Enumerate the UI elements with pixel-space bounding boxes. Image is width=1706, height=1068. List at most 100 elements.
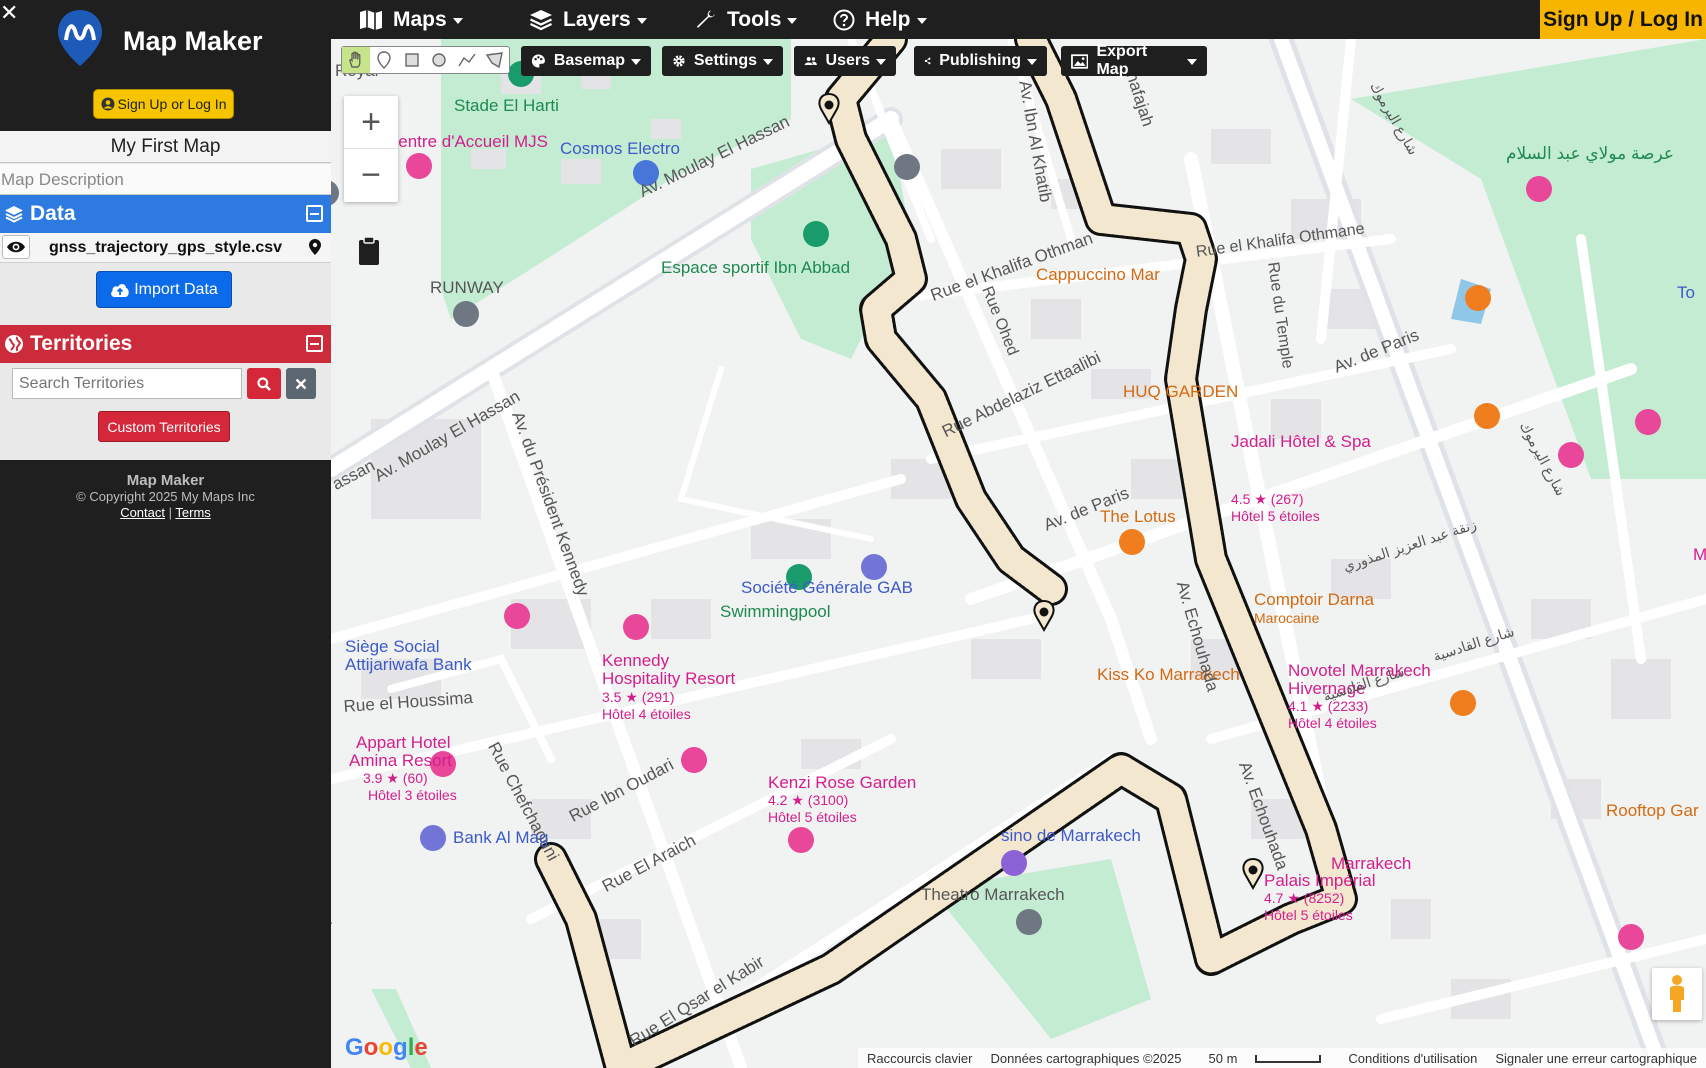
- import-data-button[interactable]: Import Data: [96, 271, 232, 308]
- collapse-icon[interactable]: [306, 335, 323, 352]
- poi-label[interactable]: RUNWAY: [430, 278, 504, 298]
- poi-label[interactable]: Attijariwafa Bank: [345, 655, 472, 675]
- poi-label[interactable]: Bank Al Mag: [453, 828, 548, 848]
- top-signup-button[interactable]: Sign Up / Log In: [1540, 0, 1706, 39]
- class-label: Hôtel 5 étoiles: [1264, 907, 1353, 923]
- search-territories-input[interactable]: [12, 368, 242, 399]
- sidebar-panel: My First Map Map Description Data gnss_t…: [0, 131, 331, 460]
- sidebar-signup-button[interactable]: Sign Up or Log In: [93, 89, 234, 119]
- rating-label: 4.5 ★ (267): [1231, 491, 1304, 507]
- poi-label[interactable]: Palais Impérial: [1264, 871, 1376, 891]
- import-data-label: Import Data: [134, 280, 218, 298]
- brand-name: Map Maker: [123, 26, 263, 56]
- poi-label[interactable]: HUQ GARDEN: [1123, 382, 1238, 402]
- contact-link[interactable]: Contact: [120, 505, 165, 520]
- poi-label[interactable]: Espace sportif Ibn Abbad: [661, 258, 850, 278]
- custom-territories-button[interactable]: Custom Territories: [98, 411, 230, 442]
- poi-label[interactable]: Siège Social: [345, 637, 440, 657]
- poi-label[interactable]: Rooftop Gar: [1606, 801, 1699, 821]
- clipboard-icon[interactable]: [358, 236, 380, 266]
- publishing-button[interactable]: Publishing: [914, 46, 1047, 76]
- poi-label[interactable]: Theatro Marrakech: [921, 885, 1065, 905]
- publishing-label: Publishing: [939, 52, 1021, 69]
- layers-menu[interactable]: Layers: [529, 0, 647, 39]
- poi-label[interactable]: Jadali Hôtel & Spa: [1231, 432, 1371, 452]
- visibility-toggle[interactable]: [2, 235, 30, 259]
- zoom-in-button[interactable]: +: [344, 96, 398, 149]
- basemap-button[interactable]: Basemap: [521, 46, 651, 76]
- poi-label[interactable]: Hospitality Resort: [602, 669, 735, 689]
- poi-label[interactable]: Kenzi Rose Garden: [768, 773, 916, 793]
- poi-label[interactable]: The Lotus: [1100, 507, 1176, 527]
- territories-section-title: Territories: [30, 332, 133, 355]
- class-label: Hôtel 5 étoiles: [1231, 508, 1320, 524]
- map-title[interactable]: My First Map: [0, 131, 331, 163]
- keyboard-shortcuts-link[interactable]: Raccourcis clavier: [867, 1051, 972, 1066]
- report-error-link[interactable]: Signaler une erreur cartographique: [1495, 1051, 1697, 1066]
- data-file-name[interactable]: gnss_trajectory_gps_style.csv: [49, 239, 282, 257]
- street-view-button[interactable]: [1652, 968, 1702, 1020]
- chevron-down-icon: [452, 17, 463, 24]
- help-menu[interactable]: Help: [833, 0, 927, 39]
- users-button[interactable]: Users: [794, 46, 896, 76]
- clear-territories-button[interactable]: [286, 368, 316, 399]
- layers-icon: [530, 9, 552, 30]
- class-label: Hôtel 3 étoiles: [368, 787, 457, 803]
- settings-button[interactable]: Settings: [662, 46, 783, 76]
- poi-label[interactable]: Comptoir Darna: [1254, 590, 1374, 610]
- chevron-down-icon: [787, 17, 798, 24]
- poi-label[interactable]: Appart Hotel: [356, 733, 451, 753]
- poi-label[interactable]: To: [1677, 283, 1695, 303]
- settings-label: Settings: [693, 52, 757, 69]
- poi-label[interactable]: Kennedy: [602, 651, 669, 671]
- footer-links: Contact | Terms: [0, 505, 331, 521]
- maps-menu-label: Maps: [393, 7, 447, 31]
- layers-menu-label: Layers: [563, 7, 631, 31]
- poi-label[interactable]: Cappuccino Mar: [1036, 265, 1160, 285]
- territories-section-header[interactable]: Territories: [0, 325, 331, 363]
- terms-link[interactable]: Terms: [175, 505, 210, 520]
- eye-icon: [7, 241, 25, 253]
- terms-of-use-link[interactable]: Conditions d'utilisation: [1348, 1051, 1477, 1066]
- scale-indicator: 50 m: [1200, 1051, 1331, 1066]
- collapse-icon[interactable]: [306, 205, 323, 222]
- circle-tool[interactable]: [425, 47, 453, 73]
- chevron-down-icon: [876, 59, 886, 65]
- poi-label[interactable]: Cosmos Electro: [560, 139, 680, 159]
- data-section-header[interactable]: Data: [0, 195, 331, 233]
- scale-label: 50 m: [1208, 1050, 1238, 1066]
- marker-icon: [377, 51, 391, 69]
- rating-label: 4.2 ★ (3100): [768, 792, 849, 808]
- maps-menu[interactable]: Maps: [359, 0, 463, 39]
- tools-menu[interactable]: Tools: [695, 0, 798, 39]
- marker-tool[interactable]: [370, 47, 398, 73]
- polygon-tool[interactable]: [481, 47, 509, 73]
- help-icon: [833, 9, 855, 30]
- users-icon: [804, 56, 817, 66]
- hand-tool[interactable]: [342, 47, 370, 73]
- poi-label[interactable]: sino de Marrakech: [1001, 826, 1141, 846]
- close-sidebar-button[interactable]: ✕: [0, 2, 18, 24]
- poi-label[interactable]: عرصة مولاي عبد السلام: [1506, 144, 1674, 164]
- map-description-field[interactable]: Map Description: [0, 164, 331, 195]
- poi-label[interactable]: Stade El Harti: [454, 96, 559, 116]
- map-pin-icon[interactable]: [309, 239, 321, 255]
- close-icon: [295, 378, 307, 389]
- gear-icon: [673, 55, 685, 67]
- sidebar: ✕ Map Maker Sign Up or Log In My First M…: [0, 0, 331, 1068]
- export-map-label: Export Map: [1096, 43, 1148, 78]
- rectangle-tool[interactable]: [398, 47, 426, 73]
- poi-label[interactable]: Swimmingpool: [720, 602, 831, 622]
- export-map-button[interactable]: Export Map: [1061, 43, 1207, 78]
- map-canvas[interactable]: Stade El Harti Centre d'Accueil MJS Cosm…: [331, 39, 1706, 1068]
- search-icon: [257, 376, 271, 391]
- rectangle-icon: [404, 53, 419, 67]
- poi-label[interactable]: Centre d'Accueil MJS: [386, 132, 548, 152]
- poi-label[interactable]: Société Générale GAB: [741, 578, 913, 598]
- sidebar-signup-label: Sign Up or Log In: [117, 96, 227, 112]
- search-territories-button[interactable]: [247, 368, 281, 399]
- zoom-out-button[interactable]: −: [344, 149, 398, 202]
- poi-label[interactable]: Amina Resort: [349, 751, 452, 771]
- poi-label[interactable]: M: [1693, 545, 1706, 565]
- line-tool[interactable]: [453, 47, 481, 73]
